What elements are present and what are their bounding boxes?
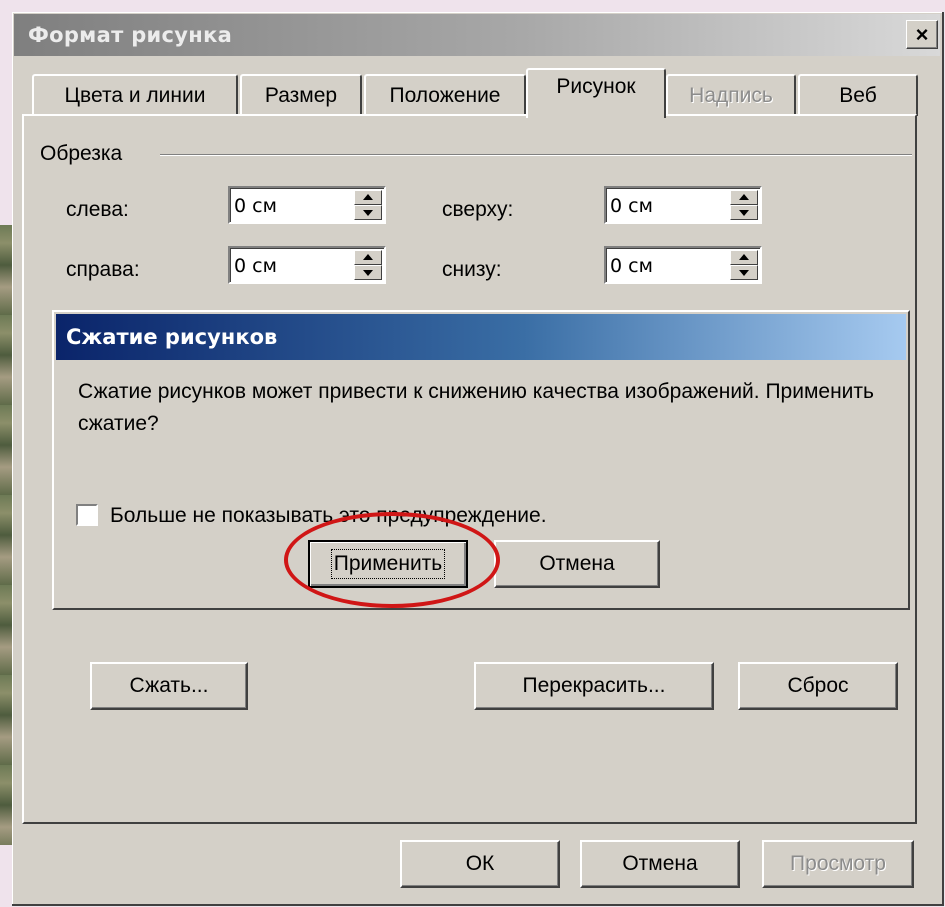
highlight-ellipse-annotation	[284, 512, 500, 608]
crop-top-value: 0 см	[610, 195, 653, 217]
preview-button[interactable]: Просмотр	[762, 840, 914, 888]
close-button[interactable]: ×	[906, 20, 938, 49]
title-bar[interactable]: Формат рисунка ×	[14, 14, 940, 56]
crop-left-stepper[interactable]: 0 см	[228, 186, 386, 224]
spin-down-arrow-icon[interactable]	[354, 205, 382, 220]
crop-right-value: 0 см	[234, 255, 277, 277]
crop-right-stepper[interactable]: 0 см	[228, 246, 386, 284]
ok-button[interactable]: ОК	[400, 840, 560, 888]
compress-cancel-label: Отмена	[539, 552, 615, 575]
tab-web[interactable]: Веб	[798, 74, 918, 116]
tab-size[interactable]: Размер	[240, 74, 362, 116]
tab-label: Надпись	[689, 84, 773, 107]
crop-left-value: 0 см	[234, 195, 277, 217]
reset-button-label: Сброс	[787, 674, 849, 697]
recolor-button-label: Перекрасить...	[522, 674, 666, 697]
crop-bottom-stepper[interactable]: 0 см	[604, 246, 762, 284]
spin-down-arrow-icon[interactable]	[730, 265, 758, 280]
recolor-button[interactable]: Перекрасить...	[474, 662, 714, 710]
crop-bottom-label: снизу:	[442, 258, 502, 281]
crop-top-label: сверху:	[442, 198, 514, 221]
window-title: Формат рисунка	[28, 23, 233, 47]
cancel-button[interactable]: Отмена	[580, 840, 740, 888]
tab-label: Положение	[389, 84, 501, 107]
preview-button-label: Просмотр	[790, 852, 886, 875]
reset-button[interactable]: Сброс	[738, 662, 898, 710]
compress-cancel-button[interactable]: Отмена	[494, 540, 660, 588]
compress-dialog-title-bar[interactable]: Сжатие рисунков	[56, 314, 906, 360]
tab-label: Веб	[839, 84, 877, 107]
crop-top-stepper[interactable]: 0 см	[604, 186, 762, 224]
tab-colors-and-lines[interactable]: Цвета и линии	[32, 74, 238, 116]
crop-right-label: справа:	[66, 258, 140, 281]
close-icon: ×	[915, 21, 929, 47]
crop-group-divider	[160, 154, 912, 156]
spin-up-arrow-icon[interactable]	[730, 190, 758, 205]
ok-button-label: ОК	[465, 852, 495, 875]
tab-label: Цвета и линии	[64, 84, 206, 107]
cancel-button-label: Отмена	[622, 852, 698, 875]
crop-left-label: слева:	[66, 198, 129, 221]
compress-warning-message: Сжатие рисунков может привести к снижени…	[78, 380, 874, 435]
spin-down-arrow-icon[interactable]	[730, 205, 758, 220]
tab-position[interactable]: Положение	[364, 74, 526, 116]
spin-up-arrow-icon[interactable]	[354, 250, 382, 265]
spin-up-arrow-icon[interactable]	[354, 190, 382, 205]
tab-label: Рисунок	[556, 75, 636, 98]
spin-down-arrow-icon[interactable]	[354, 265, 382, 280]
tab-text-box[interactable]: Надпись	[666, 74, 796, 116]
tab-label: Размер	[264, 84, 338, 107]
compress-dialog-title: Сжатие рисунков	[66, 325, 278, 349]
compress-button[interactable]: Сжать...	[90, 662, 248, 710]
crop-bottom-value: 0 см	[610, 255, 653, 277]
spin-up-arrow-icon[interactable]	[730, 250, 758, 265]
tab-picture[interactable]: Рисунок	[526, 68, 666, 118]
dont-show-again-checkbox[interactable]	[76, 504, 98, 526]
crop-group-label: Обрезка	[40, 142, 127, 166]
compress-button-label: Сжать...	[129, 674, 209, 697]
